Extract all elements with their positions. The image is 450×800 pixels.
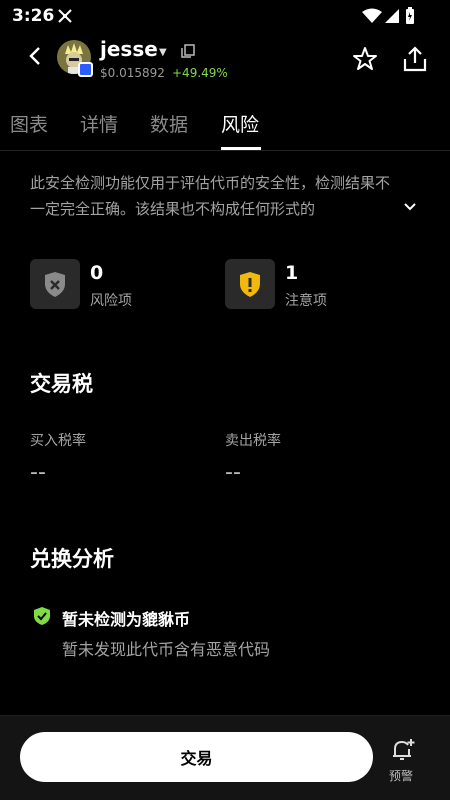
tab-risk[interactable]: 风险 (221, 110, 259, 137)
copy-icon[interactable] (180, 43, 196, 59)
bell-plus-icon[interactable] (390, 737, 416, 763)
notification-icon (58, 9, 72, 23)
risk-count: 0 (90, 262, 104, 284)
tab-bar: 图表 详情 数据 风险 (0, 106, 450, 151)
wifi-icon (362, 8, 382, 23)
warning-shield-icon (225, 259, 275, 309)
chain-badge-icon (78, 62, 93, 77)
risk-shield-icon (30, 259, 80, 309)
sell-tax-value: -- (225, 460, 241, 485)
back-arrow-icon[interactable] (24, 44, 48, 68)
swap-section-title: 兑换分析 (30, 547, 114, 571)
tab-details[interactable]: 详情 (80, 110, 118, 137)
battery-icon (406, 7, 414, 24)
honeypot-check-title: 暂未检测为貔貅币 (62, 610, 191, 629)
status-bar: 3:26 (0, 0, 450, 32)
header: jesse ▼ $0.015892 +49.49% (0, 32, 450, 92)
trade-button[interactable]: 交易 (20, 732, 373, 782)
alert-label[interactable]: 预警 (389, 767, 413, 784)
warning-count: 1 (285, 262, 299, 284)
tax-section-title: 交易税 (30, 372, 93, 396)
star-icon[interactable] (352, 46, 378, 72)
share-icon[interactable] (401, 45, 429, 73)
sell-tax-label: 卖出税率 (225, 433, 281, 449)
shield-check-icon (34, 607, 50, 625)
token-price: $0.015892 (100, 66, 165, 80)
status-time: 3:26 (12, 6, 55, 26)
caret-down-icon[interactable]: ▼ (159, 47, 167, 58)
honeypot-check-desc: 暂未发现此代币含有恶意代码 (62, 640, 271, 659)
risk-label: 风险项 (90, 293, 132, 309)
buy-tax-label: 买入税率 (30, 433, 86, 449)
security-notice: 此安全检测功能仅用于评估代币的安全性，检测结果不一定完全正确。该结果也不构成任何… (30, 174, 391, 218)
chevron-down-icon[interactable] (402, 198, 418, 214)
signal-icon (385, 9, 399, 23)
buy-tax-value: -- (30, 460, 46, 485)
tab-data[interactable]: 数据 (150, 110, 188, 137)
price-change: +49.49% (172, 66, 228, 80)
token-name[interactable]: jesse (100, 37, 158, 61)
warning-label: 注意项 (285, 293, 327, 309)
tab-chart[interactable]: 图表 (10, 110, 48, 137)
active-tab-indicator (221, 147, 261, 150)
